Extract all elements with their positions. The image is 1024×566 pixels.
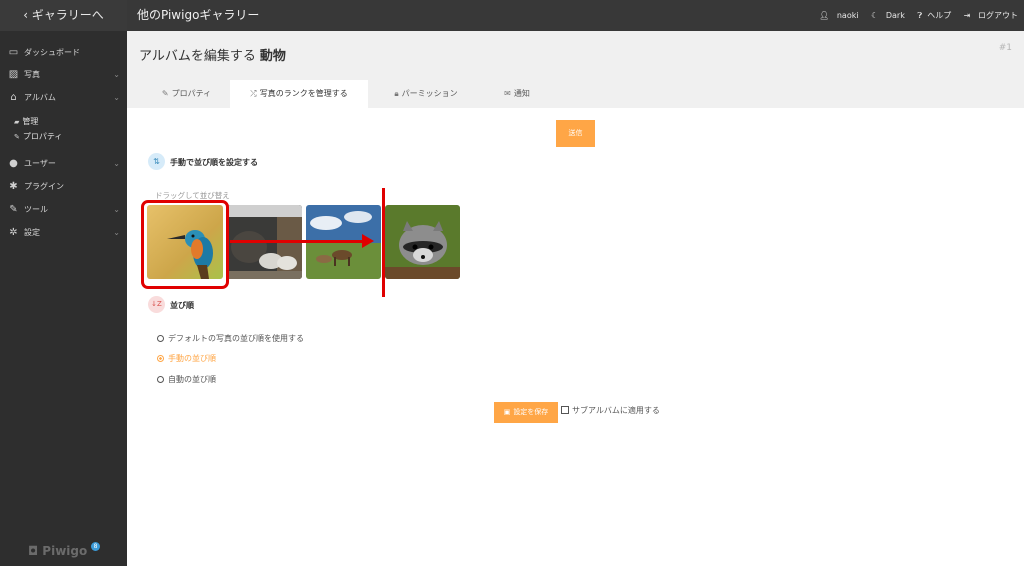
radio-default-order[interactable]: デフォルトの写真の並び順を使用する bbox=[157, 334, 304, 344]
drop-target-line bbox=[382, 188, 385, 297]
tab-label: プロパティ bbox=[171, 89, 212, 98]
theme-toggle[interactable]: ☾ Dark bbox=[866, 11, 905, 20]
radio-manual-order[interactable]: 手動の並び順 bbox=[157, 354, 216, 364]
lock-icon: 🔒︎ bbox=[394, 89, 399, 98]
sidebar-subitem-label: プロパティ bbox=[22, 132, 63, 141]
sidebar-item-label: ダッシュボード bbox=[24, 48, 80, 57]
gear-icon: ✲ bbox=[9, 227, 18, 238]
sort-order-icon: ⇅ bbox=[148, 153, 165, 170]
page-title-text: アルバムを編集する bbox=[139, 49, 256, 64]
tab-label: 写真のランクを管理する bbox=[259, 89, 348, 98]
sidebar-subitem-label: 管理 bbox=[22, 117, 39, 126]
tab-label: パーミッション bbox=[401, 89, 458, 98]
logout-link[interactable]: ⇥ ログアウト bbox=[959, 11, 1018, 20]
chevron-down-icon: ⌄ bbox=[113, 228, 120, 237]
photo-icon: ▨ bbox=[8, 69, 19, 80]
submit-button[interactable]: 送信 bbox=[556, 120, 595, 147]
sitemap-icon: ⌂ bbox=[10, 92, 17, 103]
back-to-gallery-link[interactable]: ‹ ギャラリーへ bbox=[0, 0, 127, 31]
sidebar-item-plugins[interactable]: ✱ プラグイン bbox=[0, 177, 127, 197]
radio-label: デフォルトの写真の並び順を使用する bbox=[168, 334, 304, 343]
piwigo-logo[interactable]: ◘ Piwigo bbox=[28, 544, 87, 558]
tab-properties[interactable]: ✎ プロパティ bbox=[139, 80, 234, 108]
sort-az-icon: ↓Z bbox=[148, 296, 165, 313]
chevron-down-icon: ⌄ bbox=[113, 93, 120, 102]
radio-label: 自動の並び順 bbox=[168, 375, 216, 384]
radio-label: 手動の並び順 bbox=[168, 354, 216, 363]
radio-icon bbox=[157, 355, 164, 362]
puzzle-icon: ✱ bbox=[9, 181, 18, 192]
pencil-icon: ✎ bbox=[161, 89, 169, 98]
floppy-disk-icon: ▣ bbox=[503, 408, 511, 416]
user-icon: 👤︎ bbox=[819, 11, 830, 20]
tab-notification[interactable]: ✉ 通知 bbox=[482, 80, 552, 108]
tab-permissions[interactable]: 🔒︎ パーミッション bbox=[372, 80, 480, 108]
sidebar-item-tools[interactable]: ✎ ツール ⌄ bbox=[0, 200, 127, 220]
update-badge: 8 bbox=[91, 542, 100, 551]
logout-label: ログアウト bbox=[978, 11, 1018, 20]
apply-to-subalbums-checkbox[interactable]: サブアルバムに適用する bbox=[561, 406, 660, 416]
checkbox-icon bbox=[561, 406, 569, 414]
drag-arrow-line bbox=[230, 240, 364, 243]
sidebar: ‹ ギャラリーへ ▭ ダッシュボード ▨ 写真 ⌄ ⌂ アルバム ⌄ ▰ 管理 ✎… bbox=[0, 0, 127, 566]
sidebar-item-dashboard[interactable]: ▭ ダッシュボード bbox=[0, 43, 127, 63]
tab-label: 通知 bbox=[513, 89, 530, 98]
drag-arrow-head bbox=[362, 234, 374, 248]
site-title[interactable]: 他のPiwigoギャラリー bbox=[137, 0, 259, 31]
album-id: #1 bbox=[998, 43, 1012, 53]
camera-icon: ◘ bbox=[28, 544, 39, 558]
save-label: 設定を保存 bbox=[513, 408, 549, 416]
logout-icon: ⇥ bbox=[963, 11, 971, 20]
chevron-down-icon: ⌄ bbox=[113, 70, 120, 79]
question-icon: ❓︎ bbox=[917, 11, 923, 20]
sidebar-item-label: 設定 bbox=[24, 228, 40, 237]
sort-section-title: 並び順 bbox=[170, 301, 194, 310]
radio-icon bbox=[157, 376, 164, 383]
users-icon: ● bbox=[9, 158, 18, 169]
sidebar-item-albums[interactable]: ⌂ アルバム ⌄ bbox=[0, 88, 127, 108]
chevron-down-icon: ⌄ bbox=[113, 205, 120, 214]
logo-text: Piwigo bbox=[42, 544, 88, 558]
envelope-icon: ✉ bbox=[504, 89, 511, 98]
manual-order-section-title: 手動で並び順を設定する bbox=[170, 158, 258, 167]
save-settings-button[interactable]: ▣ 設定を保存 bbox=[494, 402, 558, 423]
sidebar-item-users[interactable]: ● ユーザー ⌄ bbox=[0, 154, 127, 174]
theme-label: Dark bbox=[885, 11, 905, 20]
sidebar-item-label: 写真 bbox=[24, 70, 40, 79]
top-right-menu: 👤︎ naoki ☾ Dark ❓︎ ヘルプ ⇥ ログアウト bbox=[809, 0, 1018, 31]
user-link[interactable]: 👤︎ naoki bbox=[814, 11, 858, 20]
sidebar-item-photos[interactable]: ▨ 写真 ⌄ bbox=[0, 65, 127, 85]
sidebar-item-settings[interactable]: ✲ 設定 ⌄ bbox=[0, 223, 127, 243]
tab-manage-photo-ranks[interactable]: ⤮ 写真のランクを管理する bbox=[230, 80, 368, 108]
sidebar-subitem-manage[interactable]: ▰ 管理 bbox=[14, 115, 38, 129]
sidebar-item-label: ツール bbox=[24, 205, 48, 214]
radio-automatic-order[interactable]: 自動の並び順 bbox=[157, 375, 216, 385]
album-name: 動物 bbox=[259, 49, 286, 64]
checkbox-label: サブアルバムに適用する bbox=[572, 406, 660, 415]
page-header: アルバムを編集する 動物 #1 ✎ プロパティ ⤮ 写真のランクを管理する 🔒︎ パーミ… bbox=[127, 31, 1024, 108]
help-link[interactable]: ❓︎ ヘルプ bbox=[912, 11, 951, 20]
raccoon-photo[interactable] bbox=[385, 205, 460, 279]
user-name: naoki bbox=[836, 11, 859, 20]
monitor-icon: ▭ bbox=[8, 47, 19, 58]
top-bar: 他のPiwigoギャラリー 👤︎ naoki ☾ Dark ❓︎ ヘルプ ⇥ ログ… bbox=[127, 0, 1024, 31]
shuffle-icon: ⤮ bbox=[250, 89, 257, 98]
folder-icon: ▰ bbox=[14, 118, 20, 126]
help-label: ヘルプ bbox=[927, 11, 952, 20]
page-title: アルバムを編集する 動物 bbox=[139, 45, 286, 64]
highlight-box bbox=[141, 200, 229, 289]
pencil-icon: ✎ bbox=[14, 133, 20, 141]
sidebar-item-label: ユーザー bbox=[24, 159, 56, 168]
sidebar-item-label: アルバム bbox=[24, 93, 56, 102]
sidebar-subitem-properties[interactable]: ✎ プロパティ bbox=[14, 130, 62, 144]
radio-icon bbox=[157, 335, 164, 342]
moon-icon: ☾ bbox=[871, 11, 879, 20]
wrench-icon: ✎ bbox=[9, 204, 18, 215]
chevron-down-icon: ⌄ bbox=[113, 159, 120, 168]
sidebar-item-label: プラグイン bbox=[24, 182, 64, 191]
